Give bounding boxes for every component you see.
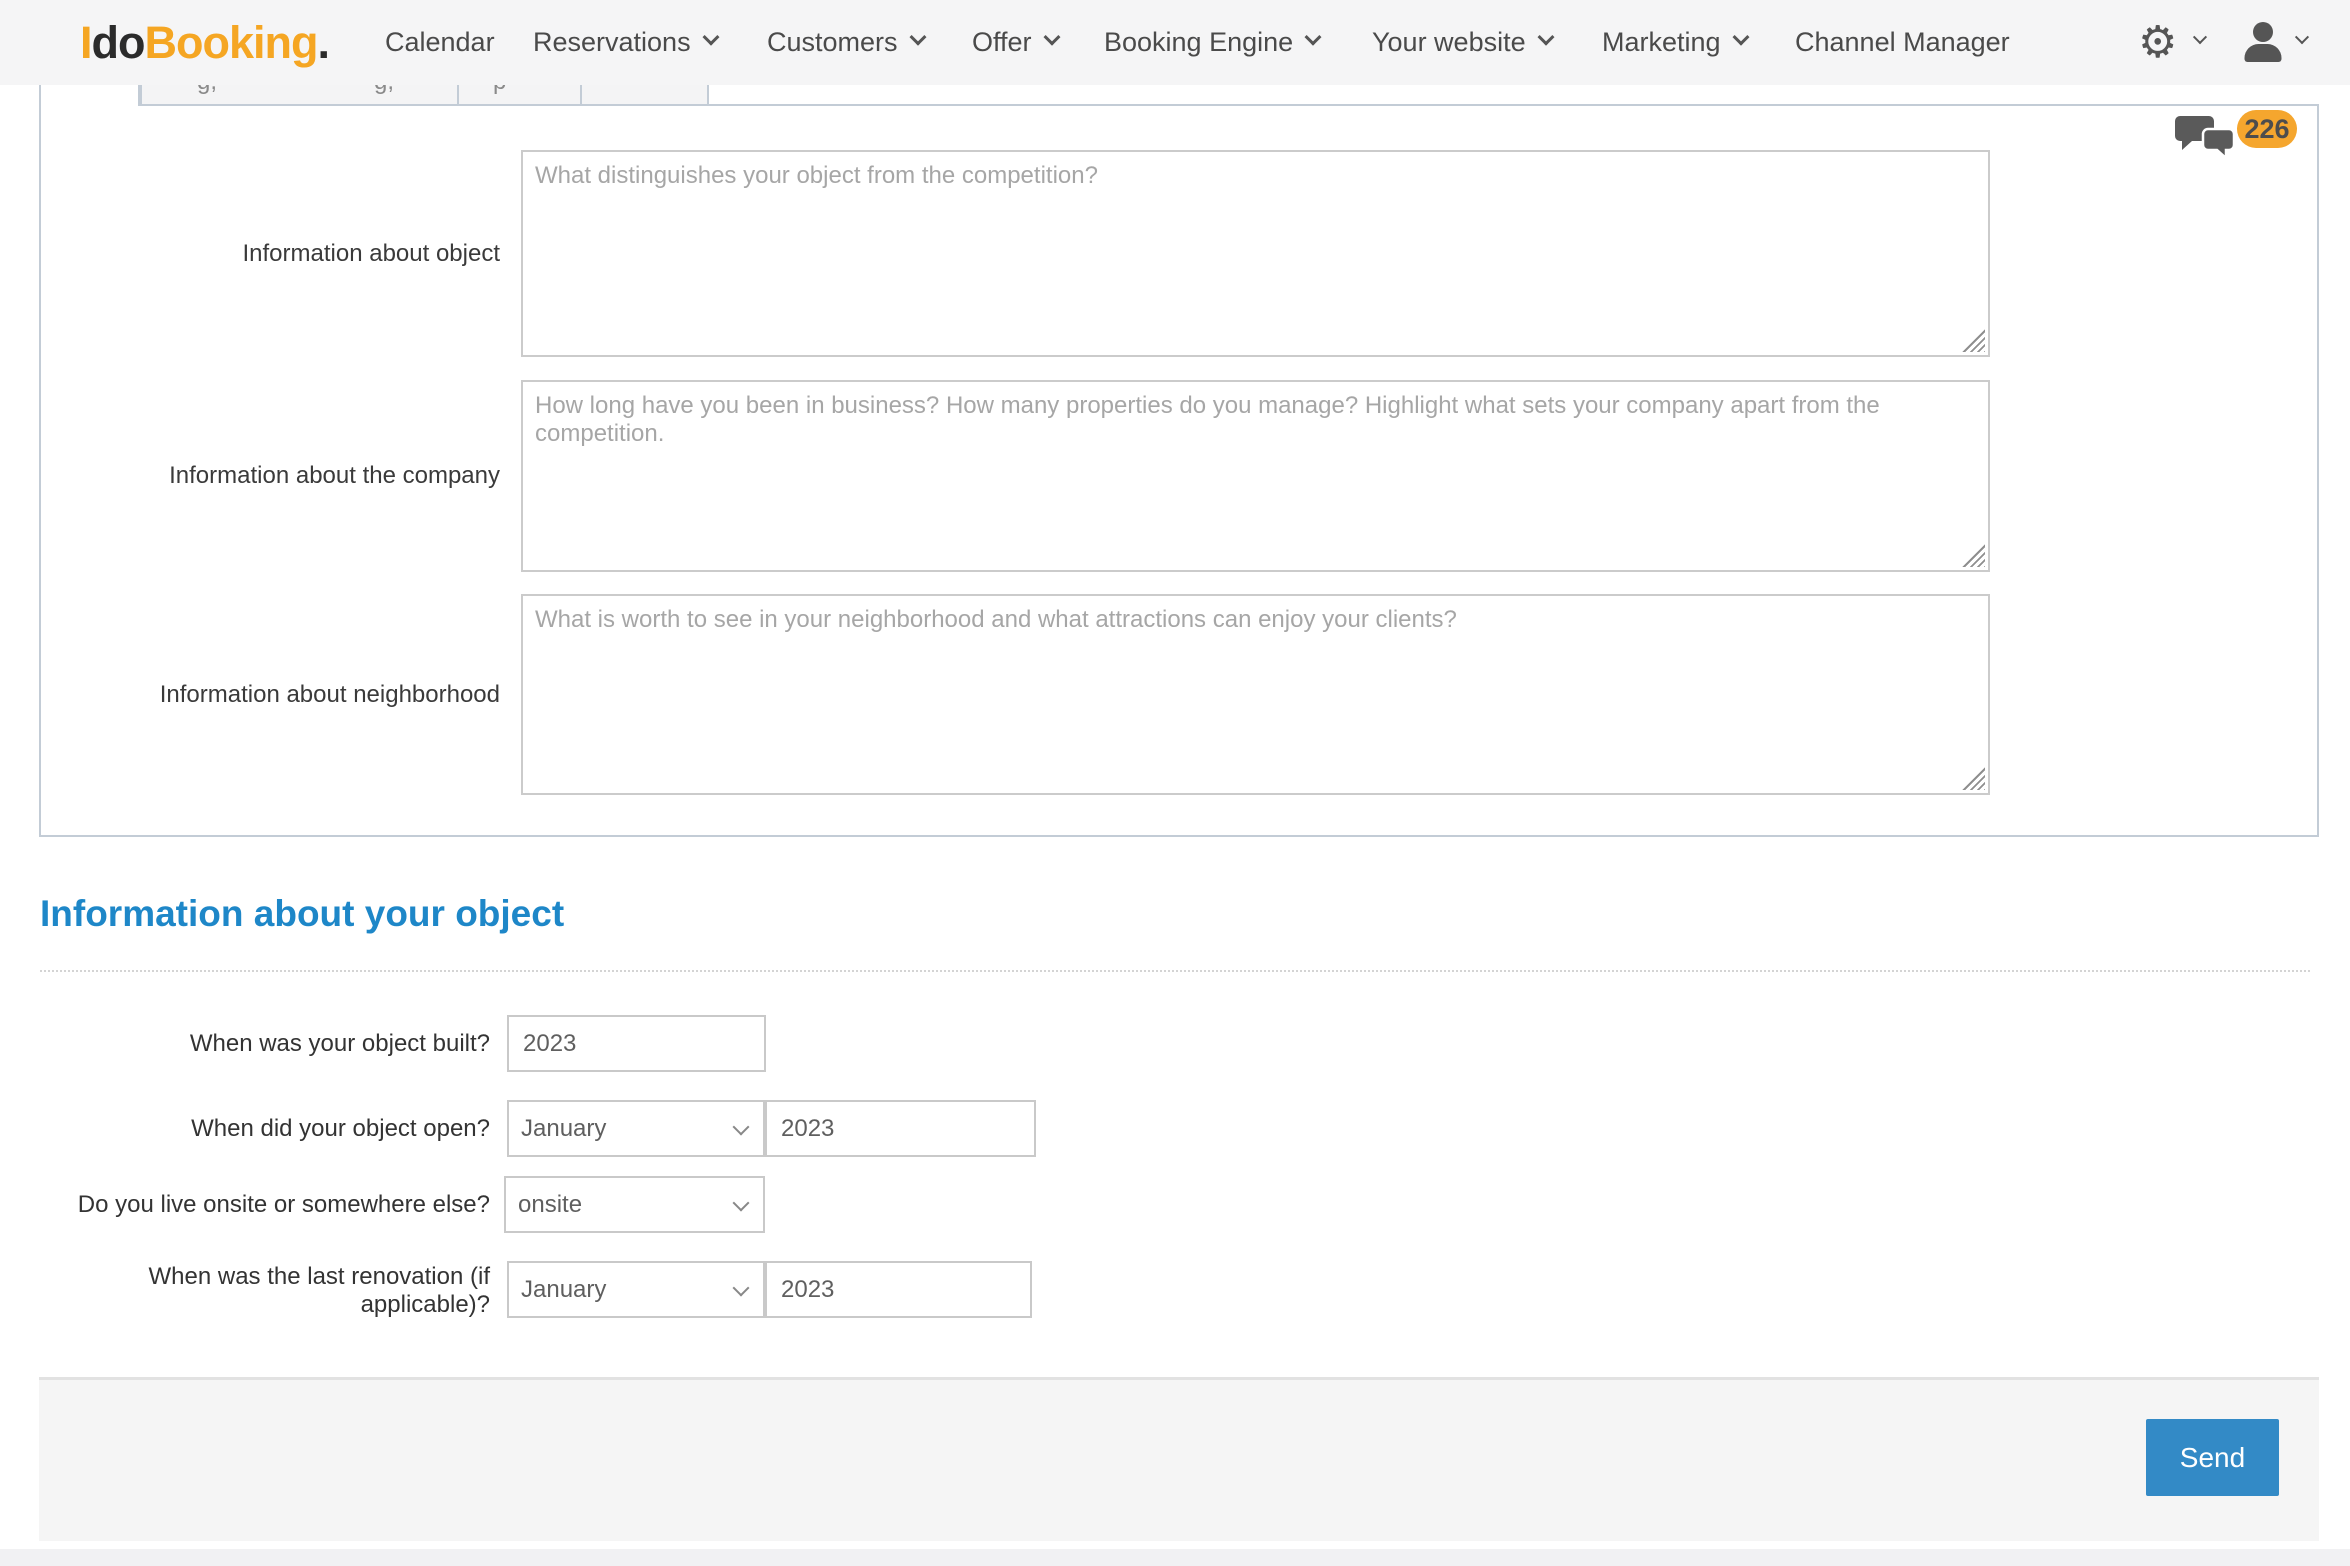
object-open-year-input[interactable] xyxy=(765,1100,1036,1157)
nav-item-label: Booking Engine xyxy=(1104,27,1293,58)
logo-part: do xyxy=(92,17,145,69)
object-open-month-select-wrap: January xyxy=(507,1100,765,1157)
logo-part: . xyxy=(317,17,329,69)
send-button[interactable]: Send xyxy=(2146,1419,2279,1496)
messages-button[interactable] xyxy=(2173,114,2237,165)
information-about-object-textarea[interactable] xyxy=(521,150,1990,357)
user-icon xyxy=(2243,22,2283,64)
field-label-information-about-company: Information about the company xyxy=(41,380,500,572)
object-built-year-input[interactable] xyxy=(507,1015,766,1072)
chevron-down-icon xyxy=(2295,30,2309,44)
tab-clipped[interactable]: p xyxy=(459,85,582,104)
tab-clipped[interactable] xyxy=(582,85,709,104)
renovation-year-input[interactable] xyxy=(765,1261,1032,1318)
tab-active-clipped[interactable] xyxy=(39,85,140,106)
tab-clipped[interactable]: g, g, xyxy=(140,85,459,104)
field-label-object-built: When was your object built? xyxy=(0,1015,490,1072)
account-menu[interactable] xyxy=(2243,0,2307,85)
renovation-month-select-wrap: January xyxy=(507,1261,765,1318)
nav-item-label: Offer xyxy=(972,27,1032,58)
nav-item-your-website[interactable]: Your website xyxy=(1372,0,1552,85)
nav-item-channel-manager[interactable]: Channel Manager xyxy=(1795,0,2010,85)
textarea-wrap xyxy=(521,594,1990,795)
chevron-down-icon xyxy=(702,28,719,45)
nav-item-customers[interactable]: Customers xyxy=(767,0,924,85)
textarea-wrap xyxy=(521,150,1990,357)
bottom-strip xyxy=(0,1549,2350,1566)
nav-item-calendar[interactable]: Calendar xyxy=(385,0,495,85)
notification-count-badge[interactable]: 226 xyxy=(2237,110,2297,148)
tab-label-fragment: p xyxy=(493,85,506,96)
logo-part: I xyxy=(80,17,92,69)
chevron-down-icon xyxy=(1732,28,1749,45)
page: IdoBooking. Calendar Reservations Custom… xyxy=(0,0,2350,1566)
chevron-down-icon xyxy=(1305,28,1322,45)
nav-item-label: Marketing xyxy=(1602,27,1721,58)
chat-icon xyxy=(2173,114,2237,160)
page-section-title: Information about your object xyxy=(40,893,564,935)
nav-item-marketing[interactable]: Marketing xyxy=(1602,0,1747,85)
field-label-object-open: When did your object open? xyxy=(0,1100,490,1157)
live-onsite-select[interactable]: onsite xyxy=(504,1176,765,1233)
nav-item-label: Channel Manager xyxy=(1795,27,2010,58)
tab-label-fragment: g, xyxy=(197,85,217,96)
field-label-information-about-neighborhood: Information about neighborhood xyxy=(41,594,500,795)
settings-menu[interactable]: ⚙ xyxy=(2138,0,2205,85)
nav-item-label: Customers xyxy=(767,27,898,58)
form-panel: 226 Information about object Information… xyxy=(39,104,2319,837)
nav-item-booking-engine[interactable]: Booking Engine xyxy=(1104,0,1319,85)
object-open-month-select[interactable]: January xyxy=(507,1100,765,1157)
nav-item-label: Reservations xyxy=(533,27,691,58)
textarea-wrap xyxy=(521,380,1990,572)
nav-item-label: Calendar xyxy=(385,27,495,58)
nav-item-label: Your website xyxy=(1372,27,1526,58)
logo-part: Booking xyxy=(145,17,318,69)
field-label-live-onsite: Do you live onsite or somewhere else? xyxy=(0,1176,490,1233)
chevron-down-icon xyxy=(1043,28,1060,45)
nav-item-offer[interactable]: Offer xyxy=(972,0,1058,85)
information-about-company-textarea[interactable] xyxy=(521,380,1990,572)
chevron-down-icon xyxy=(909,28,926,45)
divider xyxy=(40,970,2310,972)
renovation-month-select[interactable]: January xyxy=(507,1261,765,1318)
field-label-information-about-object: Information about object xyxy=(41,150,500,357)
tab-label-fragment: g, xyxy=(374,85,394,96)
footer-bar: Send xyxy=(39,1377,2319,1541)
gear-icon: ⚙ xyxy=(2138,21,2177,65)
information-about-neighborhood-textarea[interactable] xyxy=(521,594,1990,795)
live-onsite-select-wrap: onsite xyxy=(504,1176,765,1233)
top-nav: IdoBooking. Calendar Reservations Custom… xyxy=(0,0,2350,85)
logo[interactable]: IdoBooking. xyxy=(80,0,329,85)
chevron-down-icon xyxy=(1537,28,1554,45)
nav-item-reservations[interactable]: Reservations xyxy=(533,0,717,85)
chevron-down-icon xyxy=(2193,30,2207,44)
field-label-last-renovation: When was the last renovation (if applica… xyxy=(0,1261,490,1320)
